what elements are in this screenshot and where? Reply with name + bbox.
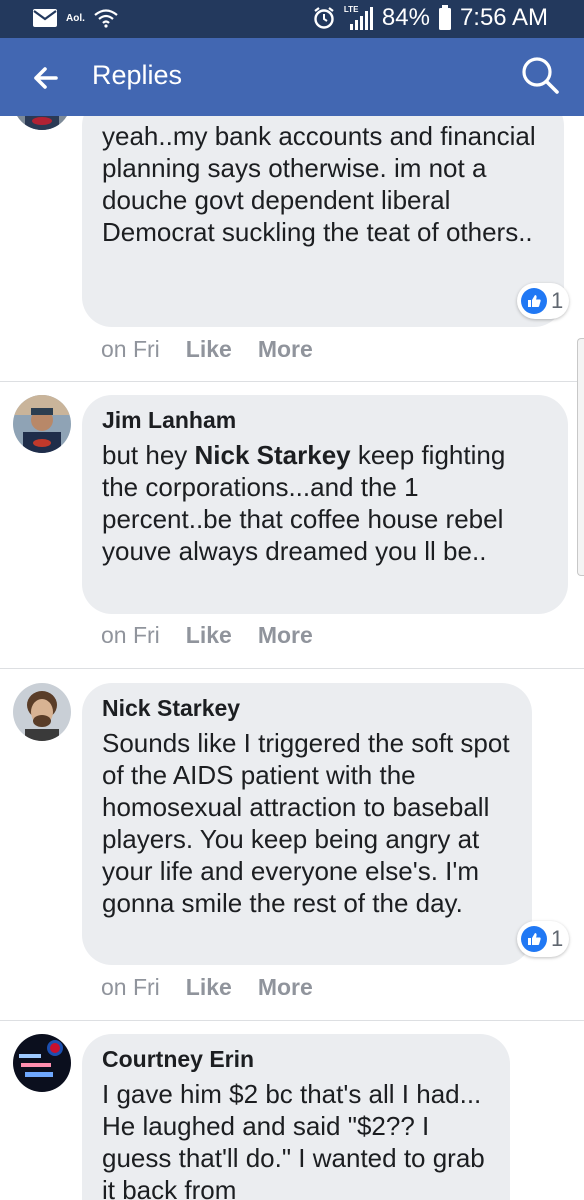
comment-text-start: but hey	[102, 440, 195, 470]
comment-text: I gave him $2 bc that's all I had... He …	[102, 1079, 485, 1200]
comment-bubble[interactable]: Courtney Erin I gave him $2 bc that's al…	[82, 1034, 510, 1200]
reaction-count[interactable]: 1	[517, 921, 570, 957]
replies-list[interactable]: yeah..my bank accounts and financial pla…	[0, 116, 584, 1200]
app-bar: Replies	[0, 38, 584, 116]
back-button[interactable]	[24, 58, 68, 98]
avatar-photo	[13, 116, 71, 130]
comment-time: on Fri	[101, 974, 160, 1000]
avatar-photo	[13, 395, 71, 453]
clock: 7:56 AM	[459, 4, 548, 31]
more-button[interactable]: More	[258, 622, 313, 649]
like-button[interactable]: Like	[186, 622, 232, 649]
comment-actions: on Fri Like More	[101, 336, 313, 363]
like-reaction-icon	[521, 288, 547, 314]
comment-bubble[interactable]: yeah..my bank accounts and financial pla…	[82, 116, 564, 327]
comment-time: on Fri	[101, 336, 160, 362]
reaction-number: 1	[551, 926, 564, 951]
comment-author[interactable]: Courtney Erin	[102, 1044, 490, 1074]
signal-icon: LTE	[344, 5, 374, 31]
signal-bars-icon	[349, 7, 373, 30]
reaction-number: 1	[551, 288, 564, 313]
back-arrow-icon	[34, 67, 58, 89]
avatar[interactable]	[13, 1034, 71, 1092]
divider	[0, 1020, 584, 1021]
mention-link[interactable]: Nick Starkey	[195, 440, 351, 470]
like-button[interactable]: Like	[186, 974, 232, 1001]
status-left: Aol.	[32, 8, 119, 28]
mail-icon	[33, 9, 57, 27]
reaction-count[interactable]: 1	[517, 283, 570, 319]
like-button[interactable]: Like	[186, 336, 232, 363]
comment-author[interactable]: Nick Starkey	[102, 693, 512, 723]
search-button[interactable]	[518, 54, 562, 98]
avatar[interactable]	[13, 395, 71, 453]
avatar[interactable]	[13, 116, 71, 130]
avatar-photo	[13, 683, 71, 741]
comment-time: on Fri	[101, 622, 160, 648]
carrier-label: Aol.	[66, 12, 85, 24]
comment-text: Sounds like I triggered the soft spot of…	[102, 728, 510, 918]
divider	[0, 668, 584, 669]
comment-actions: on Fri Like More	[101, 622, 313, 649]
comment-author[interactable]: Jim Lanham	[102, 405, 548, 435]
comment-text: yeah..my bank accounts and financial pla…	[102, 121, 536, 247]
more-button[interactable]: More	[258, 336, 313, 363]
like-reaction-icon	[521, 926, 547, 952]
search-icon	[522, 57, 559, 94]
wifi-icon	[94, 9, 118, 28]
comment-text: but hey Nick Starkey keep fighting the c…	[102, 439, 548, 567]
battery-percent: 84%	[381, 4, 430, 31]
alarm-icon	[314, 7, 334, 29]
comment-bubble[interactable]: Nick Starkey Sounds like I triggered the…	[82, 683, 532, 965]
avatar[interactable]	[13, 683, 71, 741]
divider	[0, 381, 584, 382]
battery-icon	[438, 5, 451, 30]
more-button[interactable]: More	[258, 974, 313, 1001]
comment-bubble[interactable]: Jim Lanham but hey Nick Starkey keep fig…	[82, 395, 568, 614]
avatar-photo	[13, 1034, 71, 1092]
status-bar: Aol. LTE 84% 7:56 AM	[0, 0, 584, 38]
page-title: Replies	[92, 60, 183, 90]
scrollbar-handle[interactable]	[577, 338, 584, 576]
status-right: LTE 84% 7:56 AM	[312, 4, 548, 32]
comment-actions: on Fri Like More	[101, 974, 313, 1001]
